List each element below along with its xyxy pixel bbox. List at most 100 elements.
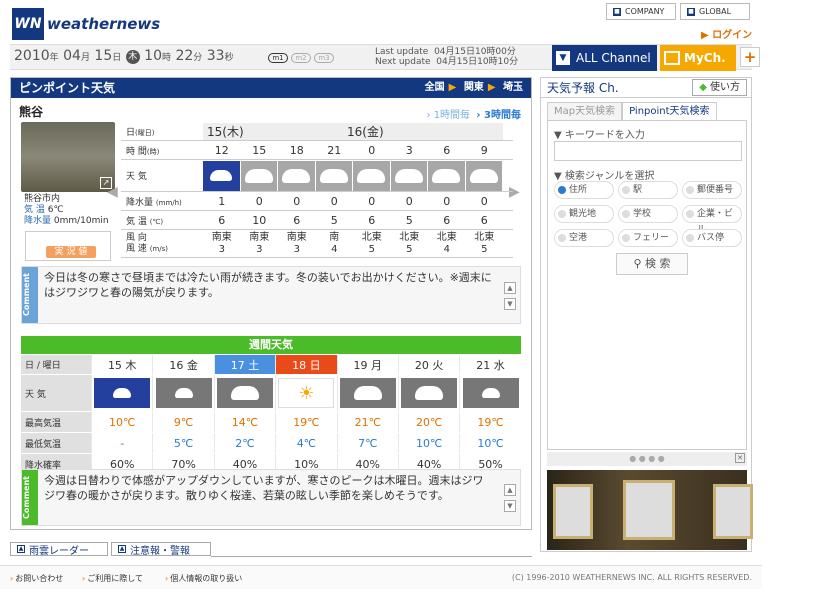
cloudy-icon <box>278 160 316 191</box>
weekday-badge: 木 <box>125 50 140 64</box>
brand-name[interactable]: weathernews <box>47 15 160 33</box>
wind-label: 風 向 風 速 (m/s) <box>121 233 191 255</box>
crumb-kanto[interactable]: 関東 <box>464 82 484 93</box>
crumb-national[interactable]: 全国 <box>425 82 445 93</box>
current-datetime: 2010年 04月 15日 木 10時 22分 33秒 <box>14 48 234 64</box>
radio-address[interactable]: 住所 <box>554 181 614 199</box>
week-weather-row: 天 気 ☀ <box>21 375 521 412</box>
scroll-up-icon[interactable]: ▲ <box>504 484 516 496</box>
close-icon[interactable]: ✕ <box>735 453 745 463</box>
all-channel-button[interactable]: ▼ ALL Channel <box>552 45 657 71</box>
mode-m1-button[interactable]: m1 <box>268 53 288 63</box>
footer-link-contact[interactable]: › お問い合わせ <box>10 573 63 584</box>
obs-temp: 6℃ <box>47 205 64 215</box>
radio-postal-code[interactable]: 郵便番号 <box>682 181 742 199</box>
scroll-up-icon[interactable]: ▲ <box>504 282 516 294</box>
observation-box: 熊谷市内 気 温 6℃ 降水量 0mm/10min <box>24 194 109 227</box>
live-camera-image[interactable]: ↗ <box>21 122 115 192</box>
obs-rain-label: 降水量 <box>24 216 52 226</box>
wind-direction: 北東 <box>399 231 420 243</box>
precip-label-sub: (mm/h) <box>155 198 182 207</box>
week-high-cell: 9℃ <box>152 412 214 432</box>
day-label-sub: (曜日) <box>135 128 155 137</box>
temp-label-sub: (℃) <box>149 217 164 226</box>
day-label: 日(曜日) <box>121 125 191 138</box>
scroll-down-icon[interactable]: ▼ <box>504 500 516 512</box>
radio-ferry[interactable]: フェリー <box>618 229 678 247</box>
footer-link-terms[interactable]: › ご利用に際して <box>82 573 143 584</box>
wind-speed: 3 <box>218 243 225 255</box>
rain-radar-label: 雨雲レーダー <box>29 545 89 557</box>
rain-radar-tab[interactable]: ▲ 雨雲レーダー <box>10 542 108 557</box>
temp-cell: 6 <box>443 213 451 227</box>
live-meter[interactable]: 実 況 値 <box>25 231 111 261</box>
cloudy-icon <box>428 160 466 191</box>
radio-bus-stop[interactable]: バス停 <box>682 229 742 247</box>
hourly-1-link[interactable]: › 1時間毎 <box>427 110 471 121</box>
prev-arrow-icon[interactable]: ◀ <box>107 184 118 202</box>
wind-speed: 5 <box>481 243 488 255</box>
week-low-cell: 5℃ <box>152 433 214 453</box>
minute-unit: 分 <box>193 53 203 63</box>
hour: 10 <box>144 48 162 64</box>
mode-m3-button[interactable]: m3 <box>314 53 334 63</box>
wind-direction: 南東 <box>249 231 270 243</box>
week-low-cell: 10℃ <box>397 433 460 453</box>
scroll-down-icon[interactable]: ▼ <box>504 298 516 310</box>
hour-cell: 21 <box>327 143 342 157</box>
temp-row: 気 温 (℃) 6 10 6 5 6 5 6 6 <box>121 211 513 230</box>
wind-cell: 北東 5 <box>466 232 504 256</box>
carousel-dots[interactable]: ● ● ● ● ✕ <box>547 452 747 466</box>
crumb-saitama[interactable]: 埼玉 <box>503 82 523 93</box>
footer-link-privacy[interactable]: › 個人情報の取り扱い <box>165 573 242 584</box>
wind-cell: 北東 5 <box>353 232 391 256</box>
weathernews-logo[interactable]: WN <box>12 8 44 40</box>
warnings-tab[interactable]: ▲ 注意報・警報 <box>111 542 211 557</box>
global-link[interactable]: ■ GLOBAL <box>680 3 750 20</box>
temp-cells: 6 10 6 5 6 5 6 6 <box>203 214 503 227</box>
week-low-cell: 4℃ <box>275 433 337 453</box>
date-cell: 15(木) <box>203 122 343 140</box>
add-button[interactable]: + <box>740 47 760 67</box>
day: 15 <box>94 48 113 64</box>
wind-direction: 南東 <box>211 231 232 243</box>
radio-airport[interactable]: 空港 <box>554 229 614 247</box>
week-low-cell: - <box>91 433 153 453</box>
week-weather-cells: ☀ <box>91 375 521 411</box>
radio-company[interactable]: 企業・ビル <box>682 205 742 235</box>
radio-school[interactable]: 学校 <box>618 205 678 223</box>
weather-cells <box>203 160 503 191</box>
wind-cell: 北東 4 <box>428 232 466 256</box>
hourly-3-link[interactable]: › 3時間毎 <box>476 110 521 121</box>
interval-links: › 1時間毎 › 3時間毎 <box>427 106 522 121</box>
cloudy-icon-box <box>155 378 212 408</box>
genre-section-label: ▼ 検索ジャンルを選択 <box>554 171 655 182</box>
chevron-down-icon: ▼ <box>556 51 570 65</box>
page: WN weathernews ■ COMPANY ■ GLOBAL ▶ ログイン 2… <box>0 0 762 599</box>
tab-pinpoint-search[interactable]: Pinpoint天気検索 <box>622 102 717 120</box>
radio-station[interactable]: 駅 <box>618 181 678 199</box>
company-icon: ■ <box>613 7 621 16</box>
gallery-banner[interactable] <box>547 470 753 550</box>
login-link[interactable]: ▶ ログイン <box>701 26 752 41</box>
company-link[interactable]: ■ COMPANY <box>606 3 676 20</box>
search-button[interactable]: ⚲ 検 索 <box>616 253 688 275</box>
mode-m2-button[interactable]: m2 <box>291 53 311 63</box>
keyword-input[interactable] <box>554 141 742 161</box>
live-value-button[interactable]: 実 況 値 <box>46 246 96 258</box>
hourly-1-label: 1時間毎 <box>433 110 471 121</box>
cloudy-then-rain-icon <box>152 375 214 411</box>
wind-cell: 北東 5 <box>391 232 429 256</box>
wind-dir-label: 風 向 <box>126 232 147 243</box>
cloud-shape <box>357 168 386 183</box>
my-channel-button[interactable]: MyCh. <box>660 45 736 71</box>
howto-button[interactable]: ◆ 使い方 <box>692 79 747 96</box>
week-low-cell: 2℃ <box>213 433 276 453</box>
day-label-text: 日 <box>126 127 136 138</box>
tab-map-search[interactable]: Map天気検索 <box>547 102 623 120</box>
temp-cell: 6 <box>218 213 226 227</box>
radio-sightseeing[interactable]: 観光地 <box>554 205 614 223</box>
precip-cell: 1 <box>218 194 226 208</box>
arrow-icon: › <box>165 574 169 583</box>
cloudy-icon <box>213 375 276 411</box>
